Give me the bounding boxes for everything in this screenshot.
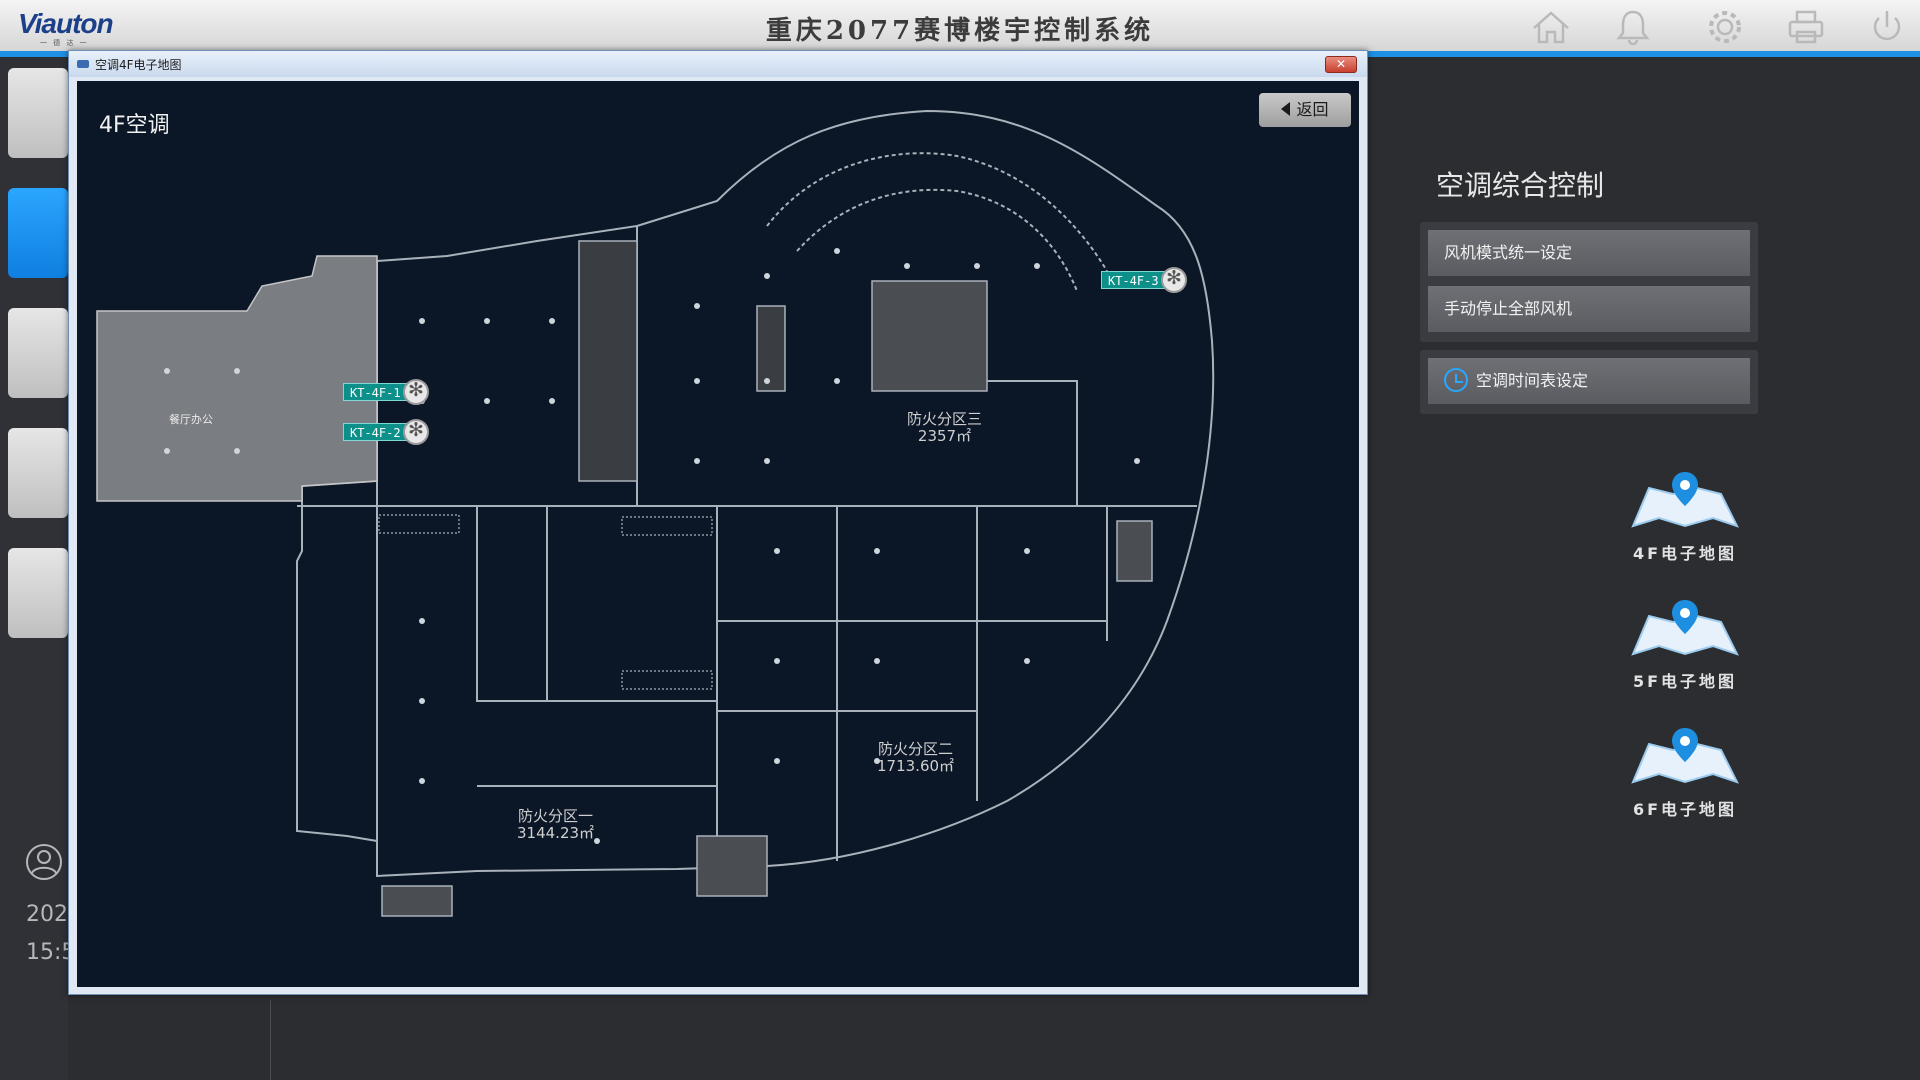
- stop-all-fans-button[interactable]: 手动停止全部风机: [1428, 286, 1750, 332]
- map-pin-icon: [1631, 600, 1739, 656]
- map-link-5f-label: 5F电子地图: [1632, 672, 1738, 691]
- ac-schedule-button[interactable]: 空调时间表设定: [1428, 358, 1750, 404]
- ac-schedule-label: 空调时间表设定: [1476, 371, 1589, 390]
- ac-control-heading: 空调综合控制: [1436, 169, 1605, 202]
- fan-icon[interactable]: [403, 379, 429, 405]
- home-icon[interactable]: [1530, 8, 1572, 46]
- back-button-label: 返回: [1296, 100, 1329, 119]
- right-panel: [1370, 58, 1920, 1080]
- ac-unit-tag-kt-4f-1[interactable]: KT-4F-1: [343, 383, 408, 401]
- ac-unit-tag-kt-4f-2[interactable]: KT-4F-2: [343, 423, 408, 441]
- fire-zone-3-name: 防火分区三: [907, 410, 983, 428]
- fire-zone-2-area: 1713.60㎡: [877, 757, 955, 775]
- map-link-6f-label: 6F电子地图: [1632, 800, 1738, 819]
- back-button[interactable]: 返回: [1259, 93, 1351, 127]
- bell-icon[interactable]: [1612, 8, 1654, 46]
- window-titlebar[interactable]: 空调4F电子地图 ✕: [69, 51, 1367, 77]
- fire-zone-2-label: 防火分区二 1713.60㎡: [877, 741, 954, 775]
- user-avatar-icon[interactable]: [24, 842, 64, 882]
- floor-plan-canvas: 4F空调 返回 餐厅办公 KT-4F-1 KT-4F-2 KT-4F-3 防火分…: [77, 81, 1359, 987]
- fire-zone-2-name: 防火分区二: [878, 740, 954, 758]
- window-app-icon: [77, 60, 89, 68]
- sidebar-divider: [270, 1000, 271, 1080]
- map-link-6f[interactable]: 6F电子地图: [1620, 724, 1750, 820]
- nav-tile-3[interactable]: [8, 308, 68, 398]
- fire-zone-1-name: 防火分区一: [518, 807, 594, 825]
- ac-unit-tag-kt-4f-3[interactable]: KT-4F-3: [1101, 271, 1166, 289]
- fire-zone-3-label: 防火分区三 2357㎡: [907, 411, 982, 445]
- gear-icon[interactable]: [1704, 8, 1746, 46]
- nav-tile-2-active[interactable]: [8, 188, 68, 278]
- window-close-button[interactable]: ✕: [1325, 56, 1357, 73]
- nav-tile-5[interactable]: [8, 548, 68, 638]
- nav-tile-4[interactable]: [8, 428, 68, 518]
- fire-zone-1-area: 3144.23㎡: [517, 824, 595, 842]
- floor-plan-drawing: [96, 109, 1215, 917]
- fan-mode-button[interactable]: 风机模式统一设定: [1428, 230, 1750, 276]
- map-link-4f[interactable]: 4F电子地图: [1620, 468, 1750, 564]
- map-link-5f[interactable]: 5F电子地图: [1620, 596, 1750, 692]
- schedule-group: 空调时间表设定: [1420, 350, 1758, 414]
- fire-zone-1-label: 防火分区一 3144.23㎡: [517, 808, 594, 842]
- floor-map-window: 空调4F电子地图 ✕ 4F空调 返回 餐厅办公 KT-4F-1 ✻ KT-4F-…: [68, 50, 1368, 995]
- fan-control-group: 风机模式统一设定 手动停止全部风机: [1420, 222, 1758, 342]
- power-icon[interactable]: [1866, 8, 1908, 46]
- floor-title: 4F空调: [99, 113, 170, 138]
- room-label-office: 餐厅办公: [169, 413, 213, 426]
- app-header: Viauton 一 德 达 一 重庆2077赛博楼宇控制系统: [0, 0, 1920, 57]
- fan-icon[interactable]: [1161, 267, 1187, 293]
- map-pin-icon: [1631, 472, 1739, 528]
- map-pin-icon: [1631, 728, 1739, 784]
- clock-icon: [1444, 367, 1468, 392]
- fire-zone-3-area: 2357㎡: [917, 427, 972, 445]
- sidebar-date: 202: [26, 902, 68, 927]
- back-arrow-icon: [1281, 101, 1291, 116]
- fan-icon[interactable]: [403, 419, 429, 445]
- window-title: 空调4F电子地图: [95, 58, 182, 72]
- printer-icon[interactable]: [1785, 8, 1827, 46]
- map-link-4f-label: 4F电子地图: [1632, 544, 1738, 563]
- nav-tile-1[interactable]: [8, 68, 68, 158]
